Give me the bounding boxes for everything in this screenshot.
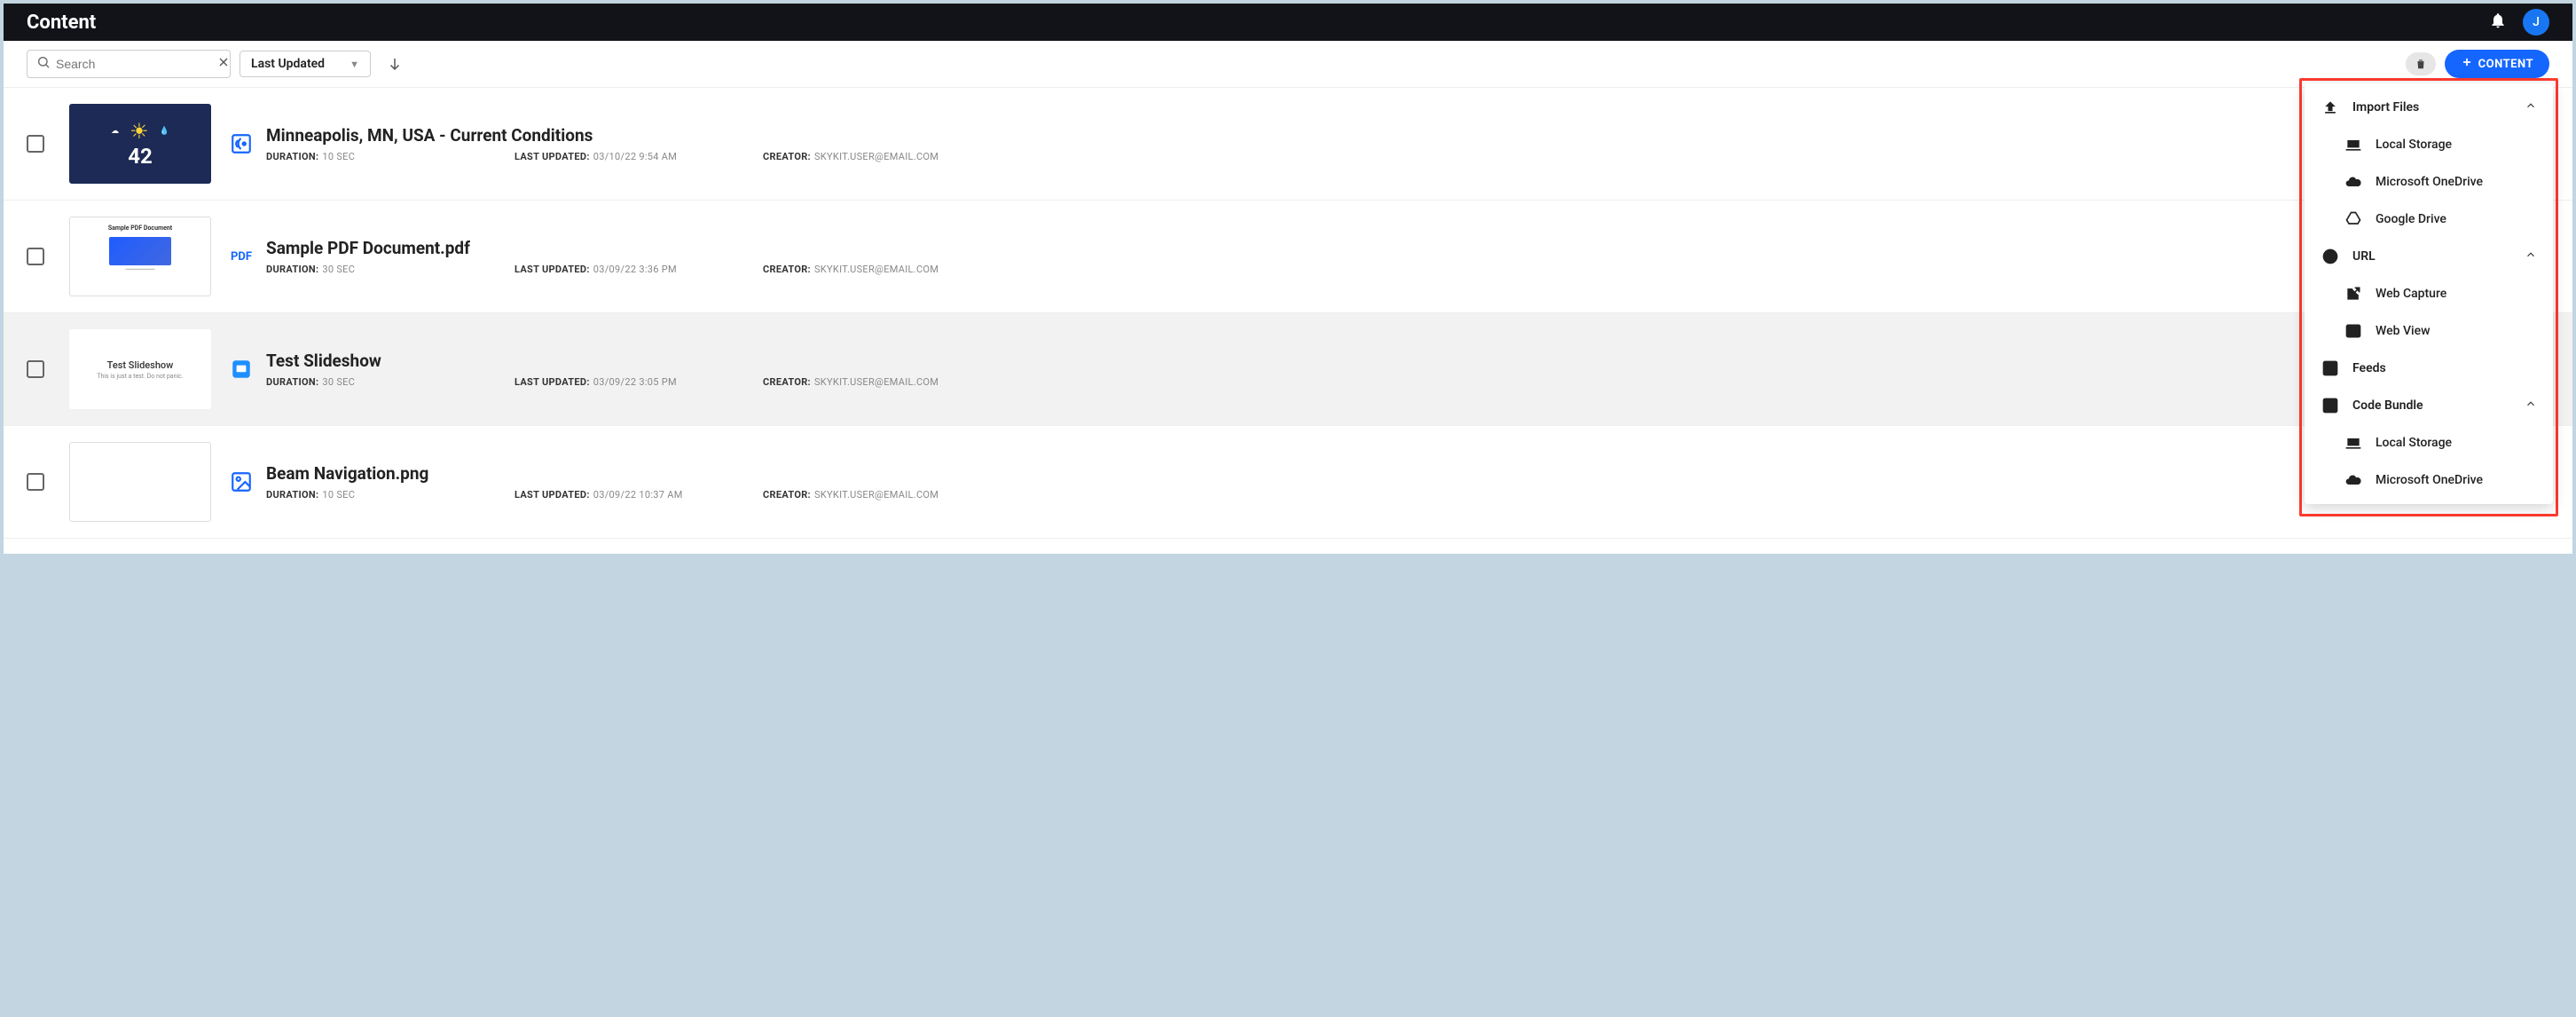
toolbar: Last Updated ▼ CONTENT	[4, 41, 2572, 88]
popover-onedrive[interactable]: Microsoft OneDrive	[2305, 163, 2553, 201]
row-main: Beam Navigation.png DURATION:10 SEC LAST…	[266, 463, 2549, 501]
laptop-icon	[2344, 135, 2363, 154]
delete-button[interactable]	[2406, 52, 2436, 75]
globe-icon	[2321, 247, 2340, 266]
external-link-icon	[2344, 284, 2363, 304]
popover-import-files[interactable]: Import Files	[2305, 89, 2553, 126]
notifications-icon[interactable]	[2489, 12, 2507, 33]
pdf-icon: PDF	[229, 244, 254, 269]
row-main: Sample PDF Document.pdf DURATION:30 SEC …	[266, 238, 2549, 275]
chevron-up-icon	[2525, 248, 2537, 264]
row-thumbnail: Sample PDF Document ━━━━━━━━━━━	[69, 217, 211, 296]
popover-cb-local-storage[interactable]: Local Storage	[2305, 424, 2553, 461]
popover-local-storage[interactable]: Local Storage	[2305, 126, 2553, 163]
cloud-icon	[2344, 470, 2363, 490]
feed-icon	[229, 131, 254, 156]
row-meta: DURATION:30 SEC LAST UPDATED:03/09/22 3:…	[266, 264, 2549, 275]
content-row[interactable]: ☁☀💧 42 Minneapolis, MN, USA - Current Co…	[4, 88, 2572, 201]
sort-label: Last Updated	[251, 57, 325, 71]
row-checkbox[interactable]	[27, 248, 44, 265]
sort-select[interactable]: Last Updated ▼	[240, 51, 371, 77]
row-thumbnail: Test Slideshow This is just a test. Do n…	[69, 329, 211, 409]
add-content-label: CONTENT	[2478, 58, 2533, 71]
user-avatar[interactable]: J	[2523, 9, 2549, 35]
add-content-button[interactable]: CONTENT	[2445, 50, 2549, 78]
code-icon	[2321, 396, 2340, 415]
topbar-right: J	[2489, 9, 2549, 35]
popover-url[interactable]: URL	[2305, 238, 2553, 275]
row-checkbox[interactable]	[27, 135, 44, 153]
chevron-up-icon	[2525, 398, 2537, 414]
content-row[interactable]: Sample PDF Document ━━━━━━━━━━━ PDF Samp…	[4, 201, 2572, 313]
search-icon	[36, 55, 51, 73]
image-icon	[229, 469, 254, 494]
content-list: ☁☀💧 42 Minneapolis, MN, USA - Current Co…	[4, 88, 2572, 539]
row-meta: DURATION:30 SEC LAST UPDATED:03/09/22 3:…	[266, 376, 2549, 388]
row-title: Test Slideshow	[266, 351, 2549, 371]
popover-google-drive[interactable]: Google Drive	[2305, 201, 2553, 238]
row-checkbox[interactable]	[27, 360, 44, 378]
row-thumbnail: ☁☀💧 42	[69, 104, 211, 184]
content-row[interactable]: Beam Navigation.png DURATION:10 SEC LAST…	[4, 426, 2572, 539]
caret-down-icon: ▼	[349, 59, 359, 70]
row-title: Minneapolis, MN, USA - Current Condition…	[266, 125, 2549, 146]
sort-direction-button[interactable]	[385, 54, 404, 74]
upload-icon	[2321, 98, 2340, 117]
content-type-popover: Import Files Local Storage Microsoft One…	[2305, 83, 2553, 504]
search-box[interactable]	[27, 50, 231, 78]
slideshow-icon	[229, 357, 254, 382]
popover-feeds[interactable]: Feeds	[2305, 350, 2553, 387]
plus-icon	[2461, 56, 2473, 72]
page-title: Content	[27, 12, 96, 34]
chevron-up-icon	[2525, 99, 2537, 115]
popover-web-view[interactable]: Web View	[2305, 312, 2553, 350]
topbar: Content J	[4, 4, 2572, 41]
browser-icon	[2344, 321, 2363, 341]
content-row[interactable]: Test Slideshow This is just a test. Do n…	[4, 313, 2572, 426]
popover-web-capture[interactable]: Web Capture	[2305, 275, 2553, 312]
laptop-icon	[2344, 433, 2363, 453]
drive-icon	[2344, 209, 2363, 229]
feed-icon	[2321, 359, 2340, 378]
search-input[interactable]	[56, 57, 216, 71]
row-meta: DURATION:10 SEC LAST UPDATED:03/09/22 10…	[266, 489, 2549, 501]
row-title: Sample PDF Document.pdf	[266, 238, 2549, 258]
row-main: Minneapolis, MN, USA - Current Condition…	[266, 125, 2549, 162]
app-frame: Content J Last Updated ▼	[4, 4, 2572, 554]
clear-search-icon[interactable]	[216, 55, 231, 73]
row-thumbnail	[69, 442, 211, 522]
cloud-icon	[2344, 172, 2363, 192]
row-checkbox[interactable]	[27, 473, 44, 491]
row-main: Test Slideshow DURATION:30 SEC LAST UPDA…	[266, 351, 2549, 388]
popover-cb-onedrive[interactable]: Microsoft OneDrive	[2305, 461, 2553, 499]
row-title: Beam Navigation.png	[266, 463, 2549, 484]
row-meta: DURATION:10 SEC LAST UPDATED:03/10/22 9:…	[266, 151, 2549, 162]
popover-code-bundle[interactable]: Code Bundle	[2305, 387, 2553, 424]
